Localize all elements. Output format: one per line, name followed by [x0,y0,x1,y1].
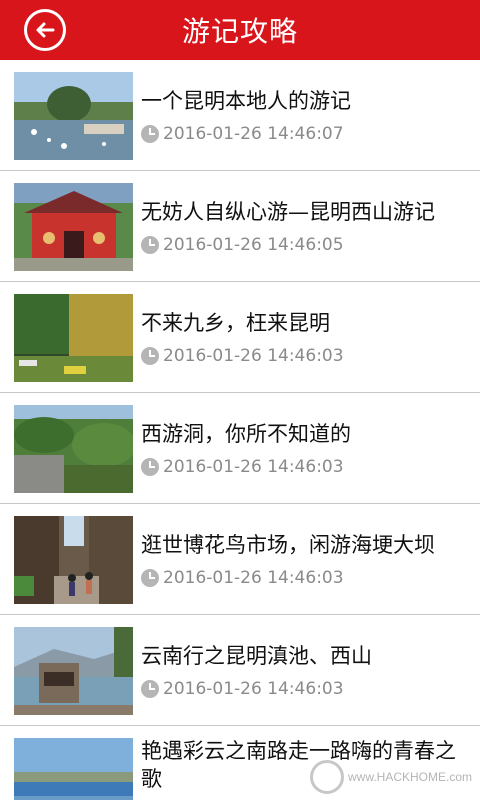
watermark-text: www.HACKHOME.com [347,770,472,784]
app-header: 游记攻略 [0,0,480,60]
article-title: 不来九乡，枉来昆明 [141,311,330,335]
article-title: 无妨人自纵心游—昆明西山游记 [141,200,435,224]
clock-icon [141,236,159,254]
article-title: 逛世博花鸟市场，闲游海埂大坝 [141,533,435,557]
thumbnail-image [14,294,133,382]
article-date: 2016-01-26 14:46:03 [163,679,344,699]
clock-icon [141,680,159,698]
thumbnail-image [14,405,133,493]
watermark-logo-icon [309,760,344,794]
list-item[interactable]: 不来九乡，枉来昆明 2016-01-26 14:46:03 [0,282,480,393]
thumbnail-image [14,183,133,271]
article-meta: 2016-01-26 14:46:03 [141,457,344,477]
article-meta: 2016-01-26 14:46:07 [141,124,344,144]
article-title: 西游洞，你所不知道的 [141,422,351,446]
list-item[interactable]: 西游洞，你所不知道的 2016-01-26 14:46:03 [0,393,480,504]
article-meta: 2016-01-26 14:46:03 [141,346,344,366]
article-date: 2016-01-26 14:46:03 [163,457,344,477]
clock-icon [141,347,159,365]
list-item[interactable]: 无妨人自纵心游—昆明西山游记 2016-01-26 14:46:05 [0,171,480,282]
clock-icon [141,569,159,587]
clock-icon [141,125,159,143]
article-date: 2016-01-26 14:46:03 [163,568,344,588]
article-list: 一个昆明本地人的游记 2016-01-26 14:46:07 无妨人自纵心游—昆… [0,60,480,800]
article-date: 2016-01-26 14:46:05 [163,235,344,255]
thumbnail-image [14,72,133,160]
article-meta: 2016-01-26 14:46:05 [141,235,344,255]
thumbnail-image [14,516,133,604]
list-item[interactable]: 云南行之昆明滇池、西山 2016-01-26 14:46:03 [0,615,480,726]
list-item[interactable]: 一个昆明本地人的游记 2016-01-26 14:46:07 [0,60,480,171]
back-button[interactable] [24,9,66,51]
article-date: 2016-01-26 14:46:03 [163,346,344,366]
article-title: 云南行之昆明滇池、西山 [141,644,372,668]
page-title: 游记攻略 [181,15,298,48]
article-date: 2016-01-26 14:46:07 [163,124,344,144]
clock-icon [141,458,159,476]
thumbnail-image [14,627,133,715]
article-title: 一个昆明本地人的游记 [141,89,351,113]
thumbnail-image [14,738,133,800]
list-item[interactable]: 逛世博花鸟市场，闲游海埂大坝 2016-01-26 14:46:03 [0,504,480,615]
article-meta: 2016-01-26 14:46:03 [141,568,344,588]
back-arrow-icon [36,22,55,38]
article-meta: 2016-01-26 14:46:03 [141,679,344,699]
watermark: www.HACKHOME.com [309,760,472,794]
